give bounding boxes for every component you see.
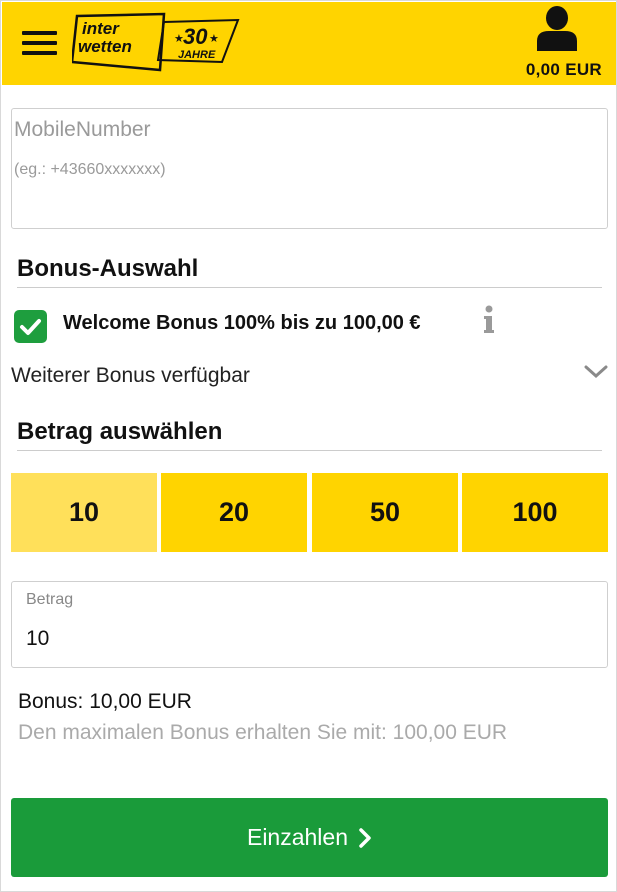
interwetten-logo[interactable]: inter wetten ★ 30 ★ JAHRE — [70, 10, 242, 74]
logo-text-inter: inter — [82, 19, 120, 38]
checkmark-icon — [20, 319, 41, 335]
mobile-number-hint: (eg.: +43660xxxxxxx) — [14, 161, 166, 178]
bonus-section-title: Bonus-Auswahl — [17, 255, 199, 282]
logo-badge-text: JAHRE — [178, 49, 216, 61]
amount-input-value: 10 — [26, 627, 50, 650]
more-bonus-toggle[interactable]: Weiterer Bonus verfügbar — [11, 364, 250, 388]
amount-input[interactable]: Betrag 10 — [11, 581, 608, 668]
account-button[interactable]: 0,00 EUR — [502, 5, 602, 81]
mobile-number-input[interactable]: MobileNumber (eg.: +43660xxxxxxx) — [11, 108, 608, 229]
chevron-down-icon[interactable] — [584, 364, 608, 380]
top-header: inter wetten ★ 30 ★ JAHRE 0,00 EUR — [2, 2, 616, 85]
max-bonus-text: Den maximalen Bonus erhalten Sie mit: 10… — [18, 721, 508, 744]
welcome-bonus-label: Welcome Bonus 100% bis zu 100,00 € — [63, 312, 421, 334]
chevron-right-icon — [359, 827, 371, 848]
deposit-page: inter wetten ★ 30 ★ JAHRE 0,00 EUR Mobil… — [0, 0, 617, 892]
divider — [17, 450, 602, 451]
welcome-bonus-checkbox[interactable] — [14, 310, 47, 343]
amount-option-10[interactable]: 10 — [11, 473, 157, 552]
amount-section-title: Betrag auswählen — [17, 418, 223, 445]
bonus-amount-text: Bonus: 10,00 EUR — [18, 690, 192, 713]
mobile-number-placeholder: MobileNumber — [14, 118, 151, 141]
balance-text: 0,00 EUR — [525, 60, 602, 79]
amount-input-label: Betrag — [26, 591, 74, 608]
deposit-button[interactable]: Einzahlen — [11, 798, 608, 877]
logo-badge-number: 30 — [183, 24, 208, 49]
svg-text:★: ★ — [209, 33, 219, 45]
menu-icon[interactable] — [22, 31, 57, 55]
amount-option-20[interactable]: 20 — [161, 473, 307, 552]
divider — [17, 287, 602, 288]
info-icon[interactable] — [482, 305, 496, 335]
amount-option-100[interactable]: 100 — [462, 473, 608, 552]
user-icon — [537, 6, 577, 51]
deposit-button-label: Einzahlen — [246, 824, 349, 850]
logo-text-wetten: wetten — [78, 37, 132, 56]
amount-option-50[interactable]: 50 — [312, 473, 458, 552]
